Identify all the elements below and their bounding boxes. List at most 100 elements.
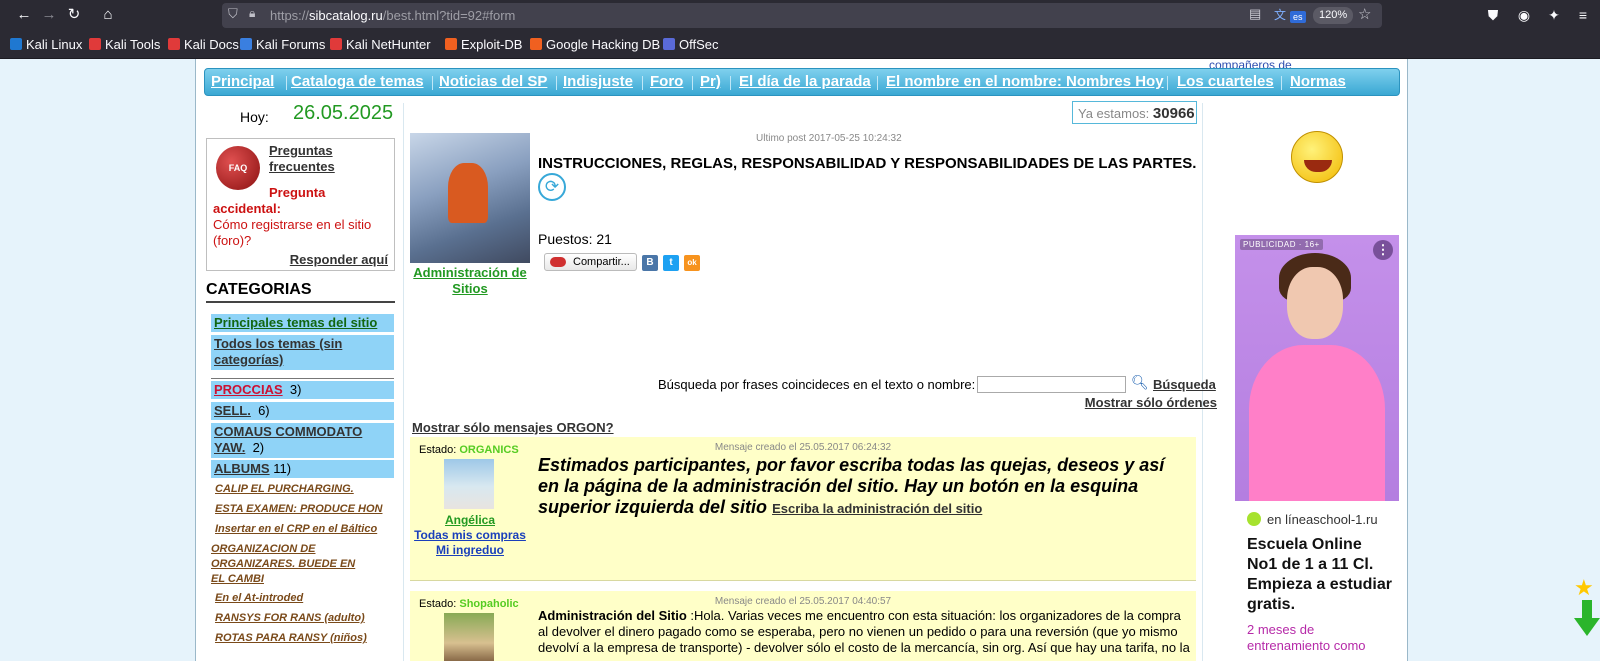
faq-reply-link[interactable]: Responder aquí (290, 252, 388, 267)
post-status: Estado: ORGANICS (419, 444, 519, 456)
home-icon[interactable]: ⌂ (98, 5, 118, 25)
bookmark-google-hacking-db[interactable]: Google Hacking DB (530, 37, 660, 52)
category-item[interactable]: COMAUS COMMODATO YAW. 2) (211, 423, 394, 458)
subcategory-link[interactable]: ESTA EXAMEN: PRODUCE HON (215, 502, 395, 517)
nav-principal[interactable]: Principal (211, 73, 274, 90)
category-item[interactable]: PROCCIAS 3) (211, 381, 394, 399)
category-item[interactable]: Todos los temas (sin categorías) (211, 335, 394, 370)
subcategory-link[interactable]: Insertar en el CRP en el Báltico (215, 522, 395, 537)
ad-domain[interactable]: en líneaschool-1.ru (1247, 512, 1378, 527)
subcategory-link[interactable]: RANSYS FOR RANS (adulto) (215, 611, 395, 626)
twitter-icon[interactable]: t (663, 255, 679, 271)
post-body: Administración del Sitio :Hola. Varias v… (538, 608, 1190, 655)
show-orgon-link[interactable]: Mostrar sólo mensajes ORGON? (412, 420, 614, 435)
topic-author-avatar[interactable] (410, 133, 530, 263)
menu-icon[interactable]: ≡ (1572, 5, 1594, 25)
ad-headline[interactable]: Escuela Online No1 de 1 a 11 Cl. Empieza… (1247, 535, 1395, 615)
category-divider (211, 378, 394, 379)
favorite-star-icon[interactable]: ★ (1574, 575, 1594, 601)
translate-icon[interactable]: 文 es (1274, 6, 1310, 25)
today-date: 26.05.2025 (293, 102, 394, 124)
ad-photo[interactable]: PUBLICIDAD · 16+ ⋮ (1235, 235, 1399, 501)
nav-noticias-del-sp[interactable]: Noticias del SP (439, 73, 547, 90)
category-link[interactable]: SELL. (214, 403, 251, 418)
odnoklassniki-icon[interactable]: ok (684, 255, 700, 271)
laughing-smiley-icon (1291, 131, 1343, 183)
post-avatar[interactable] (444, 613, 494, 661)
my-income-link[interactable]: Mi ingreduo (410, 543, 530, 557)
nav-separator (432, 76, 433, 90)
subcategory-link[interactable]: ROTAS PARA RANSY (niños) (215, 631, 395, 646)
category-link[interactable]: PROCCIAS (214, 382, 283, 397)
zoom-level[interactable]: 120% (1313, 7, 1354, 24)
nav-separator (642, 76, 643, 90)
refresh-icon[interactable]: ⟳ (538, 173, 566, 201)
faq-box: FAQ Preguntas frecuentes Pregunta accide… (206, 138, 395, 271)
faq-link[interactable]: Preguntas frecuentes (269, 143, 379, 175)
ad-subtext[interactable]: 2 meses de entrenamiento como (1247, 622, 1395, 654)
account-icon[interactable]: ◉ (1513, 5, 1535, 25)
category-item[interactable]: Principales temas del sitio (211, 314, 394, 332)
category-link[interactable]: ALBUMS (214, 461, 270, 476)
search-label: Búsqueda por frases coincideces en el te… (658, 377, 976, 392)
write-admin-link[interactable]: Escriba la administración del sitio (772, 501, 982, 516)
share-button[interactable]: Compartir... (544, 253, 637, 271)
category-link[interactable]: Todos los temas (sin categorías) (214, 336, 342, 367)
lock-icon[interactable]: 🔒︎ (249, 6, 255, 21)
bookmark-exploit-db[interactable]: Exploit-DB (445, 37, 522, 52)
more-options-icon[interactable]: ⋮ (1373, 240, 1393, 260)
last-post-date: Ultimo post 2017-05-25 10:24:32 (756, 133, 902, 144)
nav-normas[interactable]: Normas (1290, 73, 1346, 90)
bookmark-kali-linux[interactable]: Kali Linux (10, 37, 82, 52)
search-icon[interactable]: 🔍︎ (1131, 374, 1149, 391)
extensions-icon[interactable]: ✦ (1543, 5, 1565, 25)
reload-icon[interactable]: ↻ (64, 5, 84, 25)
back-icon[interactable]: ← (14, 5, 34, 25)
shield-icon[interactable]: ⛉ (228, 6, 238, 22)
show-orders-link[interactable]: Mostrar sólo órdenes (1085, 395, 1217, 410)
nav-indisjuste[interactable]: Indisjuste (563, 73, 633, 90)
nav-pr[interactable]: Pr) (700, 73, 721, 90)
scroll-down-arrow-icon[interactable] (1574, 600, 1600, 640)
category-item[interactable]: SELL. 6) (211, 402, 394, 420)
nav-separator (692, 76, 693, 90)
bookmark-kali-forums[interactable]: Kali Forums (240, 37, 325, 52)
counter-label: Ya estamos: (1078, 106, 1150, 121)
nav-nombres-hoy[interactable]: El nombre en el nombre: Nombres Hoy (886, 73, 1164, 90)
ad-logo-icon (1247, 512, 1261, 526)
subcategory-link[interactable]: ORGANIZACION DE ORGANIZARES. BUEDE EN EL… (211, 542, 371, 587)
category-count: 3) (289, 382, 302, 397)
pocket-icon[interactable]: ⛊ (1482, 5, 1504, 25)
post-username-link[interactable]: Angélica (410, 513, 530, 527)
nav-separator (730, 76, 731, 90)
post-avatar[interactable] (444, 459, 494, 509)
subcategory-link[interactable]: CALIP EL PURCHARGING. (215, 482, 395, 497)
bookmark-kali-tools[interactable]: Kali Tools (89, 37, 160, 52)
bookmark-kali-nethunter[interactable]: Kali NetHunter (330, 37, 431, 52)
url-bar[interactable]: ⛉ 🔒︎ https://sibcatalog.ru/best.html?tid… (222, 3, 1382, 28)
bookmark-offsec[interactable]: OffSec (663, 37, 719, 52)
nav-dia-de-la-parada[interactable]: El día de la parada (739, 73, 871, 90)
vk-icon[interactable]: B (642, 255, 658, 271)
search-button[interactable]: Búsqueda (1153, 377, 1216, 392)
advertisement[interactable]: PUBLICIDAD · 16+ ⋮ en líneaschool-1.ru E… (1235, 235, 1399, 661)
faq-question: Cómo registrarse en el sitio (foro)? (213, 217, 372, 248)
category-link[interactable]: Principales temas del sitio (214, 315, 377, 330)
bookmark-kali-docs[interactable]: Kali Docs (168, 37, 239, 52)
post-status: Estado: Shopaholic (419, 598, 519, 610)
reader-view-icon[interactable]: ▤ (1249, 6, 1261, 22)
page-content: compañeros de Principal Cataloga de tema… (195, 59, 1408, 661)
topic-author-link[interactable]: Administración de Sitios (410, 265, 530, 297)
url-text[interactable]: https://sibcatalog.ru/best.html?tid=92#f… (270, 8, 515, 23)
ad-photo-face (1287, 267, 1343, 339)
category-item[interactable]: ALBUMS 11) (211, 460, 394, 478)
subcategory-link[interactable]: En el At-introded (215, 591, 395, 606)
all-purchases-link[interactable]: Todas mis compras (410, 528, 530, 542)
bookmark-star-icon[interactable]: ☆ (1358, 5, 1371, 23)
nav-foro[interactable]: Foro (650, 73, 683, 90)
search-input[interactable] (977, 376, 1126, 393)
category-link[interactable]: COMAUS COMMODATO YAW. (214, 424, 362, 455)
nav-cataloga-de-temas[interactable]: Cataloga de temas (291, 73, 424, 90)
forward-icon[interactable]: → (39, 5, 59, 25)
nav-los-cuarteles[interactable]: Los cuarteles (1177, 73, 1274, 90)
